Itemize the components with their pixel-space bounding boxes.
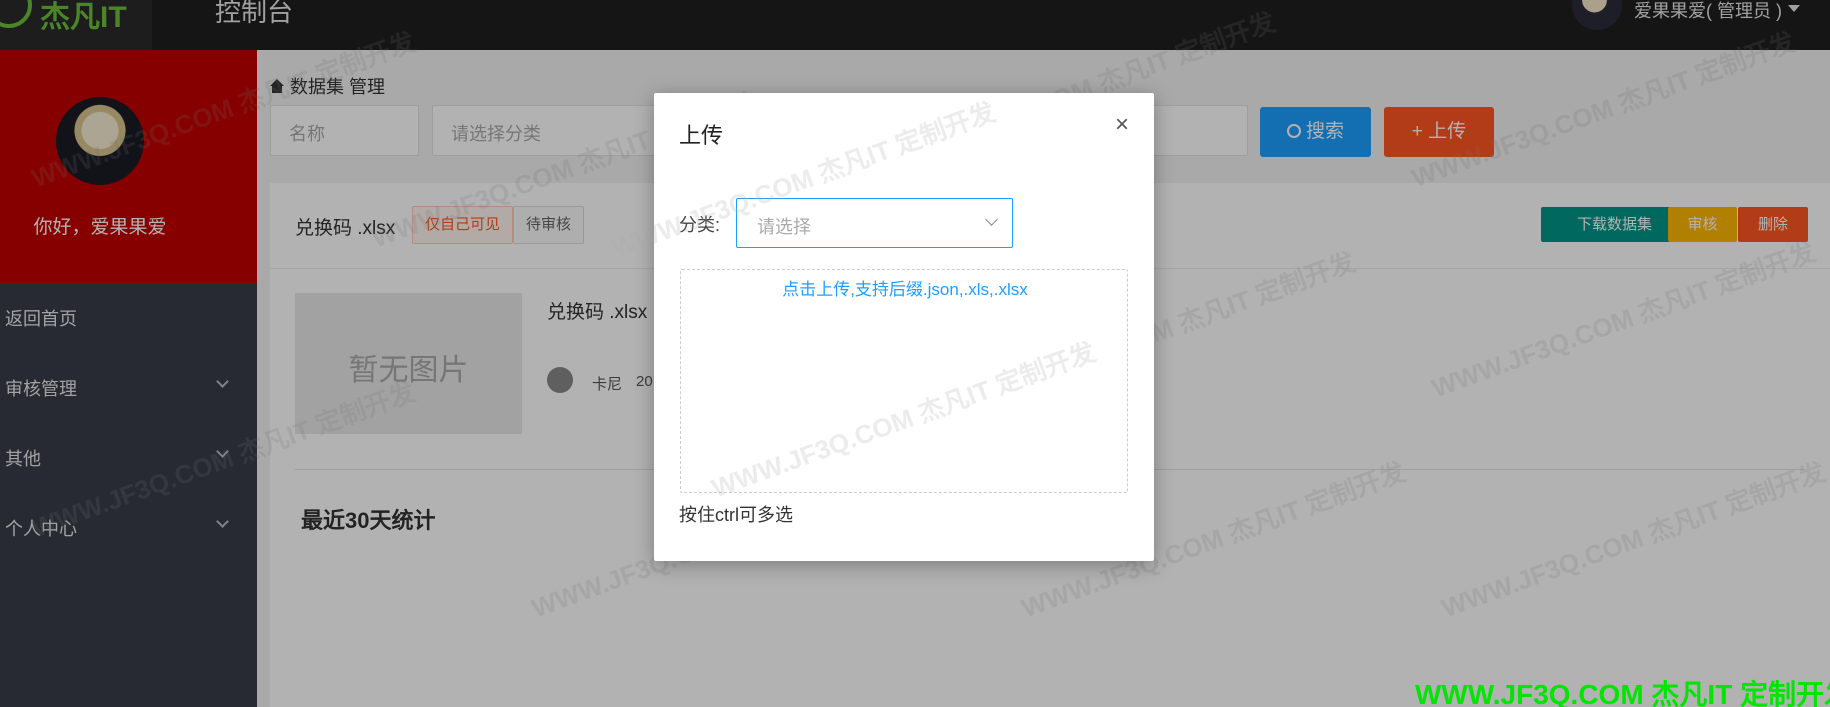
multi-select-hint: 按住ctrl可多选 (679, 505, 793, 525)
category-select-placeholder: 请选择 (757, 217, 811, 237)
watermark-footer: WWW.JF3Q.COM 杰凡IT 定制开发 (1415, 679, 1830, 707)
dialog-title: 上传 (679, 123, 724, 148)
close-icon[interactable]: × (1110, 113, 1134, 137)
upload-dialog: 上传 × 分类: 请选择 点击上传,支持后缀.json,.xls,.xlsx 按… (654, 93, 1154, 561)
category-select[interactable]: 请选择 (736, 198, 1013, 248)
upload-dropzone[interactable]: 点击上传,支持后缀.json,.xls,.xlsx (680, 269, 1128, 493)
category-label: 分类: (679, 215, 721, 235)
dropzone-text: 点击上传,支持后缀.json,.xls,.xlsx (782, 280, 1028, 299)
chevron-down-icon (985, 213, 998, 226)
